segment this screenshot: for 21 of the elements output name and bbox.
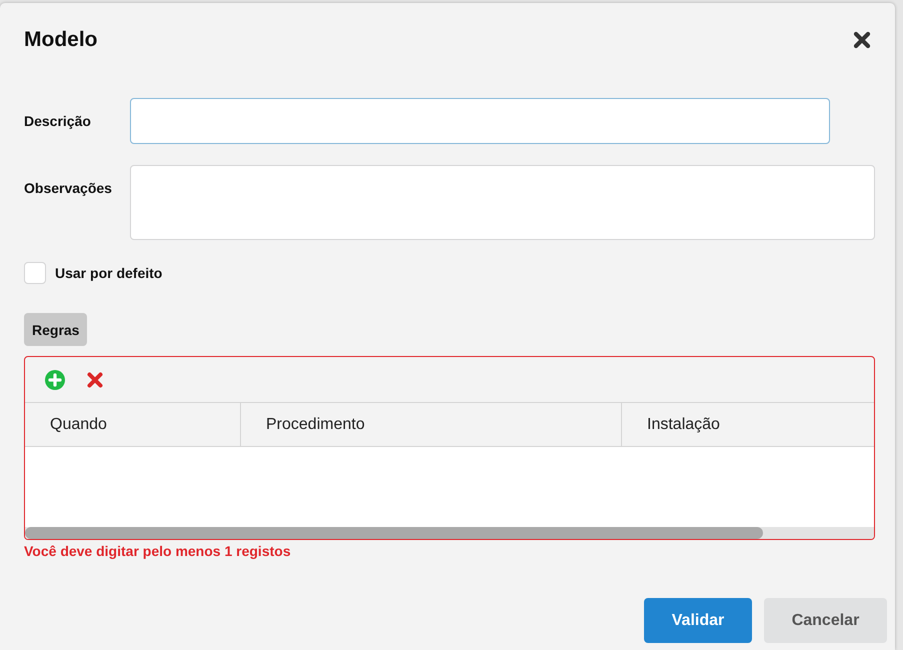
checkbox-label[interactable]: Usar por defeito: [55, 265, 162, 281]
field-label: Observações: [24, 179, 113, 197]
text-area[interactable]: [130, 165, 875, 240]
text-input[interactable]: [130, 98, 830, 144]
close-icon: [853, 31, 871, 49]
tab[interactable]: Regras: [24, 313, 88, 346]
column-header[interactable]: Quando: [25, 403, 240, 446]
checkbox[interactable]: [24, 262, 46, 284]
cancel-button[interactable]: Cancelar: [764, 598, 887, 643]
delete-button[interactable]: [87, 372, 103, 388]
validate-button[interactable]: Validar: [644, 598, 752, 643]
horizontal-scrollbar[interactable]: [25, 527, 874, 539]
field-label: Descrição: [24, 112, 92, 130]
delete-icon: [87, 372, 103, 388]
dialog-title: Modelo: [24, 28, 98, 52]
column-header[interactable]: Procedimento: [240, 403, 621, 446]
column-header[interactable]: Instalação: [621, 403, 874, 446]
close-button[interactable]: [851, 29, 873, 51]
add-button[interactable]: [45, 370, 65, 390]
error-message: Você deve digitar pelo menos 1 registos: [24, 543, 292, 559]
plus-circle-icon: [45, 370, 65, 390]
